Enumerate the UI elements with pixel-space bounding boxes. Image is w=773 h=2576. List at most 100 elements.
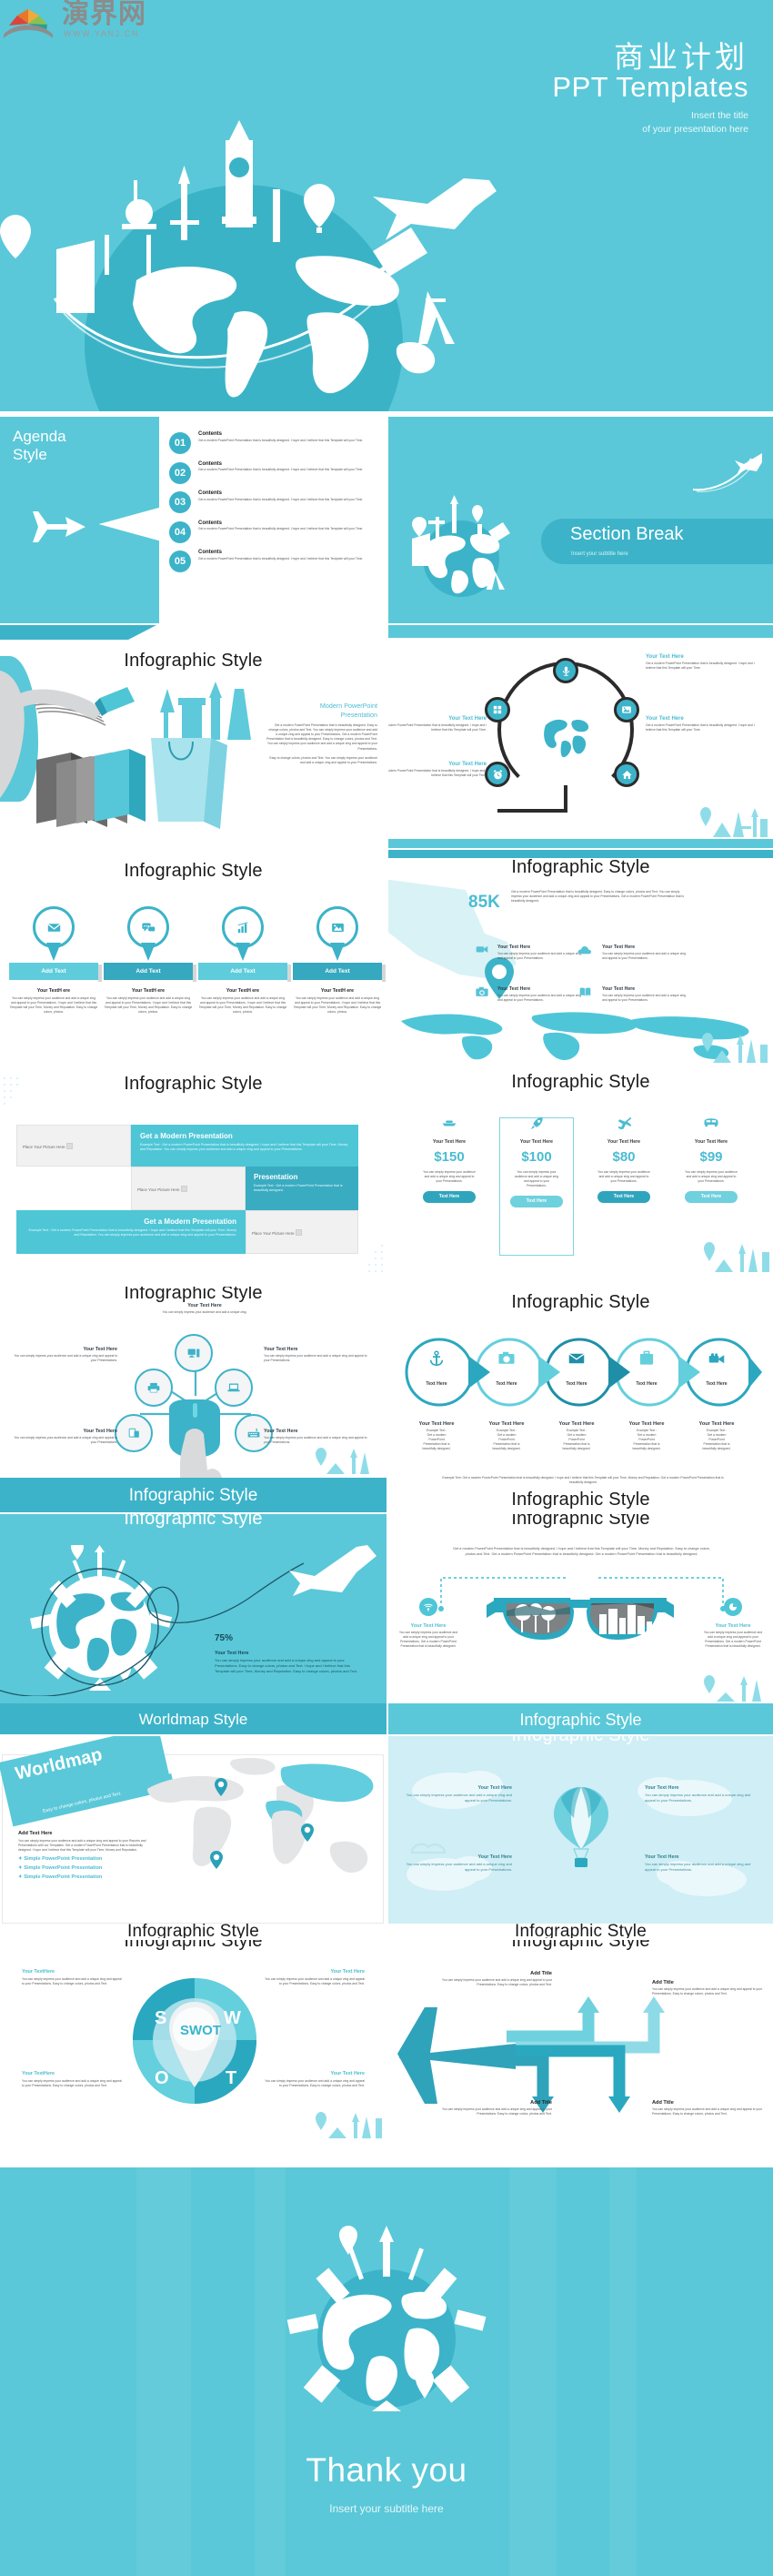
map-pin-icon[interactable]: [215, 1778, 227, 1796]
agenda-item-number: 01: [169, 432, 191, 454]
world-map-graphic: [147, 1758, 374, 1874]
agenda-item-heading: Contents: [198, 431, 222, 437]
agenda-item[interactable]: 01 Contents Get a modern PowerPoint Pres…: [169, 431, 376, 454]
hub-node-devices[interactable]: [115, 1414, 153, 1452]
price-column-3: Your Text Here $80 You can simply impres…: [587, 1116, 661, 1204]
slide-bottom-title-band: Infographic Style: [0, 1478, 386, 1512]
pin-tip: [330, 943, 345, 961]
bar-chart-icon-glyph: [237, 921, 248, 933]
pin-tip: [141, 943, 156, 961]
quad-cell-2: Your Text Here You can simply impress yo…: [602, 945, 691, 961]
cover-cn-title: 商业计划: [614, 40, 748, 74]
balloon-caption-heading: Your Text Here: [477, 1785, 512, 1791]
node-microphone[interactable]: [553, 658, 578, 683]
worldmap-bullet-2[interactable]: ✦ Simple PowerPoint Presentation: [18, 1865, 151, 1871]
add-text-button[interactable]: Add Text: [104, 963, 196, 982]
brand-logo-url: WWW.YANJ.CN: [64, 29, 139, 38]
add-text-button[interactable]: Add Text: [198, 963, 291, 982]
add-text-button[interactable]: Add Text: [293, 963, 386, 982]
pin-column-heading: Your TextH ere: [320, 988, 355, 994]
feature-heading: Get a Modern Presentation: [144, 1217, 236, 1226]
shopping-paragraph-2: Easy to change colors, photos and Text. …: [269, 755, 377, 764]
briefcase-icon: [639, 1350, 654, 1365]
placeholder-label: Place Your Picture Here: [132, 1185, 187, 1192]
balloon-caption-body: You can simply impress your audience and…: [406, 1862, 512, 1872]
agenda-item[interactable]: 02 Contents Get a modern PowerPoint Pres…: [169, 461, 376, 484]
plan-cta-button[interactable]: Text Here: [510, 1196, 563, 1208]
quad-heading: Your Text Here: [497, 986, 531, 992]
swot-block-heading: Your Text Here: [330, 2071, 365, 2076]
feature-heading: Get a Modern Presentation: [140, 1132, 233, 1140]
placeholder-label: Place Your Picture Here: [246, 1228, 302, 1236]
picture-placeholder-2[interactable]: Place Your Picture Here: [131, 1167, 246, 1210]
add-text-button[interactable]: Add Text: [9, 963, 102, 982]
skyline-decor-icon: [702, 1033, 768, 1063]
node-image[interactable]: [614, 697, 639, 722]
picture-placeholder-1[interactable]: Place Your Picture Here: [16, 1125, 131, 1167]
hub-caption-right-bottom: Your Text Here You can simply impress yo…: [264, 1429, 368, 1445]
shopping-heading: Modern PowerPoint Presentation: [266, 702, 377, 720]
map-pin-icon[interactable]: [210, 1851, 223, 1869]
node-block-heading: Your Text Here: [646, 654, 684, 660]
node-block-2: Your Text Here Get a modern PowerPoint P…: [646, 716, 755, 732]
hub-caption-left-bottom: Your Text Here You can simply impress yo…: [13, 1429, 117, 1445]
balloon-caption-3: Your Text Here You can simply impress yo…: [405, 1854, 512, 1873]
alarm-clock-icon: [493, 769, 502, 779]
slide-top-accent: [0, 625, 156, 640]
worldmap-text-block: Add Text Here You can simply impress you…: [18, 1831, 151, 1880]
node-block-body: Get a modern PowerPoint Presentation tha…: [388, 723, 487, 732]
ship-icon: [412, 1116, 487, 1136]
agenda-title-line1: Agenda: [13, 428, 66, 445]
slide-bottom-title-row: Infographic Style: [388, 1922, 773, 1938]
globe-icon: [542, 710, 591, 759]
picture-placeholder-3[interactable]: Place Your Picture Here: [246, 1210, 358, 1254]
slide-map-statistics: Infographic Style 85K Get a modern Power…: [388, 850, 773, 1066]
worldmap-bullet-3[interactable]: ✦ Simple PowerPoint Presentation: [18, 1874, 151, 1880]
agenda-item[interactable]: 03 Contents Get a modern PowerPoint Pres…: [169, 490, 376, 513]
node-home[interactable]: [614, 762, 639, 787]
plan-cta-button[interactable]: Text Here: [597, 1191, 650, 1204]
slide-title: Infographic Style: [388, 1736, 773, 1746]
slide-bottom-accent: [388, 839, 773, 848]
envelope-icon-glyph: [46, 923, 61, 932]
arrow-caption-heading: Add Title: [652, 1980, 674, 1985]
microphone-icon: [562, 666, 569, 676]
worldmap-bullet-1[interactable]: ✦ Simple PowerPoint Presentation: [18, 1856, 151, 1862]
balloon-caption-2: Your Text Here You can simply impress yo…: [645, 1785, 752, 1803]
chain-step-body: Example Text : Get a modern PowerPoint P…: [562, 1429, 591, 1451]
grid-icon: [493, 705, 502, 714]
arrow-caption-body: You can simply impress your audience and…: [441, 2107, 552, 2116]
bottom-title: Infographic Style: [515, 1922, 647, 1938]
plan-cta-button[interactable]: Text Here: [685, 1191, 738, 1204]
agenda-item[interactable]: 04 Contents Get a modern PowerPoint Pres…: [169, 520, 376, 543]
quad-body: You can simply impress your audience and…: [602, 994, 687, 1003]
slide-title: Infographic Style: [511, 1940, 650, 1951]
node-block-body: Get a modern PowerPoint Presentation tha…: [388, 769, 487, 778]
hub-node-desktop[interactable]: [175, 1334, 213, 1372]
plan-cta-button[interactable]: Text Here: [423, 1191, 476, 1204]
agenda-title: Agenda Style: [13, 428, 66, 464]
map-pin-icon[interactable]: [301, 1823, 314, 1842]
feature-block-1: Get a Modern Presentation Example Text :…: [131, 1125, 358, 1167]
arrow-caption-body: You can simply impress your audience and…: [652, 2107, 763, 2116]
slide-title: Infographic Style: [124, 861, 263, 881]
swot-block-body: You can simply impress your audience and…: [22, 1977, 122, 1986]
node-block-heading: Your Text Here: [448, 716, 487, 722]
plan-price: $100: [521, 1149, 552, 1165]
node-alarm-clock[interactable]: [485, 762, 510, 787]
arrow-caption-body: You can simply impress your audience and…: [441, 1978, 552, 1987]
pin-marker: [316, 906, 358, 961]
bottom-title: Infographic Style: [511, 1490, 650, 1510]
bullet-label: Simple PowerPoint Presentation: [24, 1865, 103, 1872]
node-grid[interactable]: [485, 697, 510, 722]
hub-caption-left-top: Your Text Here You can simply impress yo…: [13, 1347, 117, 1363]
plane-icon-glyph: [617, 1116, 631, 1130]
slide-divider: [386, 1736, 388, 1938]
slide-section-break: Section Break Insert your subtitle here: [388, 417, 773, 623]
pin-column-body: You can simply impress your audience and…: [9, 996, 98, 1015]
plan-name: Your Text Here: [607, 1139, 641, 1145]
agenda-item[interactable]: 05 Contents Get a modern PowerPoint Pres…: [169, 550, 376, 572]
balloon-caption-heading: Your Text Here: [645, 1854, 679, 1860]
slide-divider: [386, 417, 388, 623]
feature-heading: Presentation: [254, 1173, 298, 1181]
